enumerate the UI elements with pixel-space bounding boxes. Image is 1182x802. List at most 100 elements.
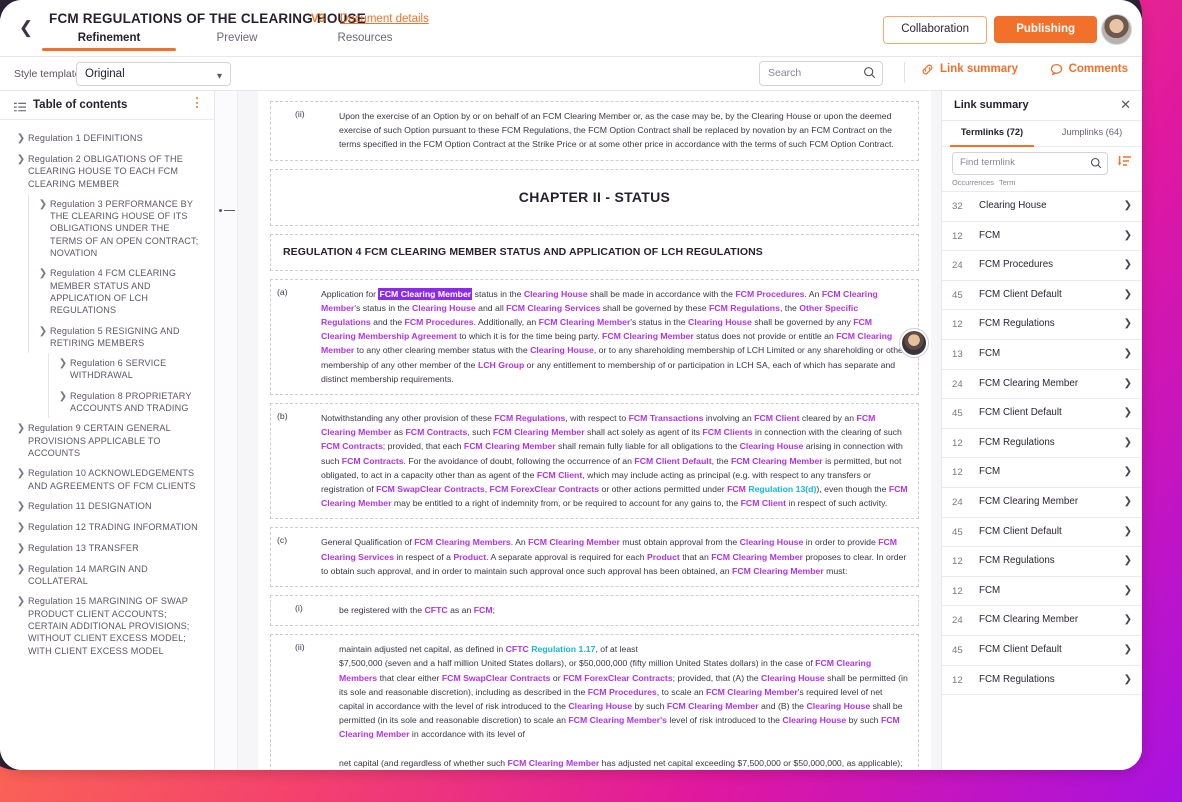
termlink[interactable]: FCM ForexClear Contracts: [490, 484, 600, 494]
toc-item[interactable]: ❯ Regulation 14 MARGIN AND COLLATERAL: [0, 559, 214, 592]
termlink[interactable]: LCH Group: [478, 360, 524, 370]
publishing-button[interactable]: Publishing: [994, 16, 1097, 43]
termlink[interactable]: FCM Client Default: [634, 456, 711, 466]
termlink[interactable]: FCM Clearing Member: [539, 317, 631, 327]
sort-descending-icon[interactable]: [1118, 155, 1132, 173]
list-item[interactable]: 24 FCM Clearing Member ❯: [942, 605, 1142, 635]
list-item[interactable]: 24 FCM Procedures ❯: [942, 250, 1142, 280]
find-termlink-input[interactable]: Find termlink: [952, 152, 1108, 175]
toc-item[interactable]: ❯ Regulation 11 DESIGNATION: [0, 496, 214, 517]
termlink[interactable]: Clearing House: [568, 701, 632, 711]
termlink[interactable]: FCM Clearing Member: [464, 441, 556, 451]
termlink[interactable]: FCM Clearing Member: [731, 456, 823, 466]
termlink[interactable]: Clearing House: [806, 701, 870, 711]
list-item[interactable]: 12 FCM ❯: [942, 220, 1142, 251]
toc-item[interactable]: ❯ Regulation 5 RESIGNING AND RETIRING MEM…: [0, 320, 214, 354]
termlink[interactable]: FCM Regulations: [494, 413, 565, 423]
termlink[interactable]: FCM Clearing Member's: [568, 715, 667, 725]
document-block-chapter[interactable]: CHAPTER II - STATUS: [270, 168, 919, 226]
link-summary-button[interactable]: Link summary: [922, 63, 1018, 75]
document-block-ii-top[interactable]: (ii) Upon the exercise of an Option by o…: [270, 101, 919, 161]
toc-item[interactable]: ❯ Regulation 13 TRANSFER: [0, 538, 214, 559]
termlink[interactable]: FCM Clearing Member: [508, 758, 600, 768]
collaboration-button[interactable]: Collaboration: [883, 16, 987, 44]
termlink[interactable]: FCM Clearing Member: [706, 687, 798, 697]
document-details-link[interactable]: Document details: [340, 13, 429, 25]
tab-preview[interactable]: Preview: [173, 32, 301, 51]
termlink[interactable]: Clearing House: [740, 441, 804, 451]
style-template-select[interactable]: Original ▾: [76, 62, 231, 86]
list-item[interactable]: 24 FCM Clearing Member ❯: [942, 368, 1142, 399]
termlink[interactable]: FCM Clearing Member: [493, 427, 585, 437]
toc-item[interactable]: ❯ Regulation 4 FCM CLEARING MEMBER STATUS…: [0, 263, 214, 321]
termlink[interactable]: CFTC: [506, 644, 529, 654]
termlink[interactable]: Clearing House: [761, 673, 825, 683]
termlink[interactable]: FCM Contracts: [342, 456, 404, 466]
termlink[interactable]: FCM Clearing Member: [528, 537, 620, 547]
termlink[interactable]: FCM Clearing Member: [602, 331, 694, 341]
termlink[interactable]: FCM Clients: [702, 427, 752, 437]
tab-jumplinks[interactable]: Jumplinks (64): [1042, 121, 1142, 146]
termlink[interactable]: FCM Contracts: [406, 427, 468, 437]
toc-item[interactable]: ❯ Regulation 15 MARGINING OF SWAP PRODUCT…: [0, 591, 214, 660]
jumplink[interactable]: Regulation 1.17: [531, 644, 595, 654]
termlink[interactable]: Product: [453, 552, 486, 562]
toc-item[interactable]: ❯ Regulation 6 SERVICE WITHDRAWAL: [0, 353, 214, 386]
list-item[interactable]: 32 Clearing House ❯: [942, 191, 1142, 221]
termlink[interactable]: Clearing House: [524, 289, 588, 299]
list-item[interactable]: 12 FCM ❯: [942, 575, 1142, 606]
jumplink[interactable]: Regulation 13(d): [748, 484, 816, 494]
list-item[interactable]: 12 FCM Regulations ❯: [942, 546, 1142, 576]
termlink[interactable]: FCM: [474, 605, 493, 615]
termlink-selected[interactable]: FCM Clearing Member: [378, 287, 473, 300]
more-options-icon[interactable]: [196, 97, 198, 111]
termlink[interactable]: FCM SwapClear Contracts: [376, 484, 485, 494]
list-item[interactable]: 12 FCM Regulations ❯: [942, 664, 1142, 695]
termlink[interactable]: FCM ForexClear Contracts: [563, 673, 673, 683]
termlink[interactable]: FCM Clearing Member: [667, 701, 759, 711]
document-block-ii[interactable]: (ii) maintain adjusted net capital, as d…: [270, 634, 919, 770]
toc-item[interactable]: ❯ Regulation 1 DEFINITIONS: [0, 128, 214, 149]
toc-item[interactable]: ❯ Regulation 10 ACKNOWLEDGEMENTS AND AGRE…: [0, 463, 214, 496]
termlink[interactable]: FCM Client: [754, 413, 799, 423]
chevron-left-icon[interactable]: ❮: [18, 19, 34, 36]
toc-item[interactable]: ❯ Regulation 12 TRADING INFORMATION: [0, 517, 214, 538]
termlink[interactable]: Clearing House: [412, 303, 476, 313]
termlink[interactable]: FCM Regulations: [709, 303, 780, 313]
tab-termlinks[interactable]: Termlinks (72): [942, 121, 1042, 147]
toc-item[interactable]: ❯ Regulation 3 PERFORMANCE BY THE CLEARIN…: [0, 193, 214, 264]
list-item[interactable]: 45 FCM Client Default ❯: [942, 516, 1142, 547]
search-input[interactable]: Search: [759, 61, 883, 86]
tab-resources[interactable]: Resources: [301, 32, 429, 51]
termlink[interactable]: FCM Procedures: [405, 317, 474, 327]
termlink[interactable]: FCM Contracts: [321, 441, 383, 451]
termlink[interactable]: Product: [647, 552, 680, 562]
list-item[interactable]: 12 FCM Regulations ❯: [942, 309, 1142, 339]
termlink[interactable]: FCM Client: [741, 498, 786, 508]
list-item[interactable]: 12 FCM Regulations ❯: [942, 427, 1142, 458]
termlink[interactable]: FCM Procedures: [735, 289, 804, 299]
termlink[interactable]: FCM Clearing Services: [506, 303, 600, 313]
list-item[interactable]: 12 FCM ❯: [942, 457, 1142, 487]
document-block-regulation-heading[interactable]: REGULATION 4 FCM CLEARING MEMBER STATUS …: [270, 233, 919, 271]
tab-refinement[interactable]: Refinement: [42, 32, 176, 51]
list-item[interactable]: 45 FCM Client Default ❯: [942, 279, 1142, 310]
document-block-a[interactable]: (a) Application for FCM Clearing Member …: [270, 278, 919, 396]
close-icon[interactable]: ✕: [1120, 98, 1131, 111]
toc-item[interactable]: ❯ Regulation 8 PROPRIETARY ACCOUNTS AND T…: [0, 385, 214, 419]
toc-item[interactable]: ❯ Regulation 2 OBLIGATIONS OF THE CLEARIN…: [0, 149, 214, 194]
termlink[interactable]: FCM Clearing Member: [732, 566, 824, 576]
termlink[interactable]: FCM Procedures: [588, 687, 657, 697]
termlink[interactable]: FCM Transactions: [629, 413, 704, 423]
termlink[interactable]: Clearing House: [530, 345, 594, 355]
termlink[interactable]: FCM Clearing Member: [711, 552, 803, 562]
document-block-b[interactable]: (b) Notwithstanding any other provision …: [270, 403, 919, 520]
list-item[interactable]: 13 FCM ❯: [942, 338, 1142, 369]
termlink[interactable]: FCM: [727, 484, 746, 494]
termlink[interactable]: FCM Clearing Members: [414, 537, 511, 547]
termlink[interactable]: FCM SwapClear Contracts: [442, 673, 551, 683]
termlink[interactable]: Clearing House: [782, 715, 846, 725]
termlink[interactable]: CFTC: [424, 605, 447, 615]
toc-item[interactable]: ❯ Regulation 9 CERTAIN GENERAL PROVISIONS…: [0, 418, 214, 463]
document-block-i[interactable]: (i) be registered with the CFTC as an FC…: [270, 595, 919, 627]
